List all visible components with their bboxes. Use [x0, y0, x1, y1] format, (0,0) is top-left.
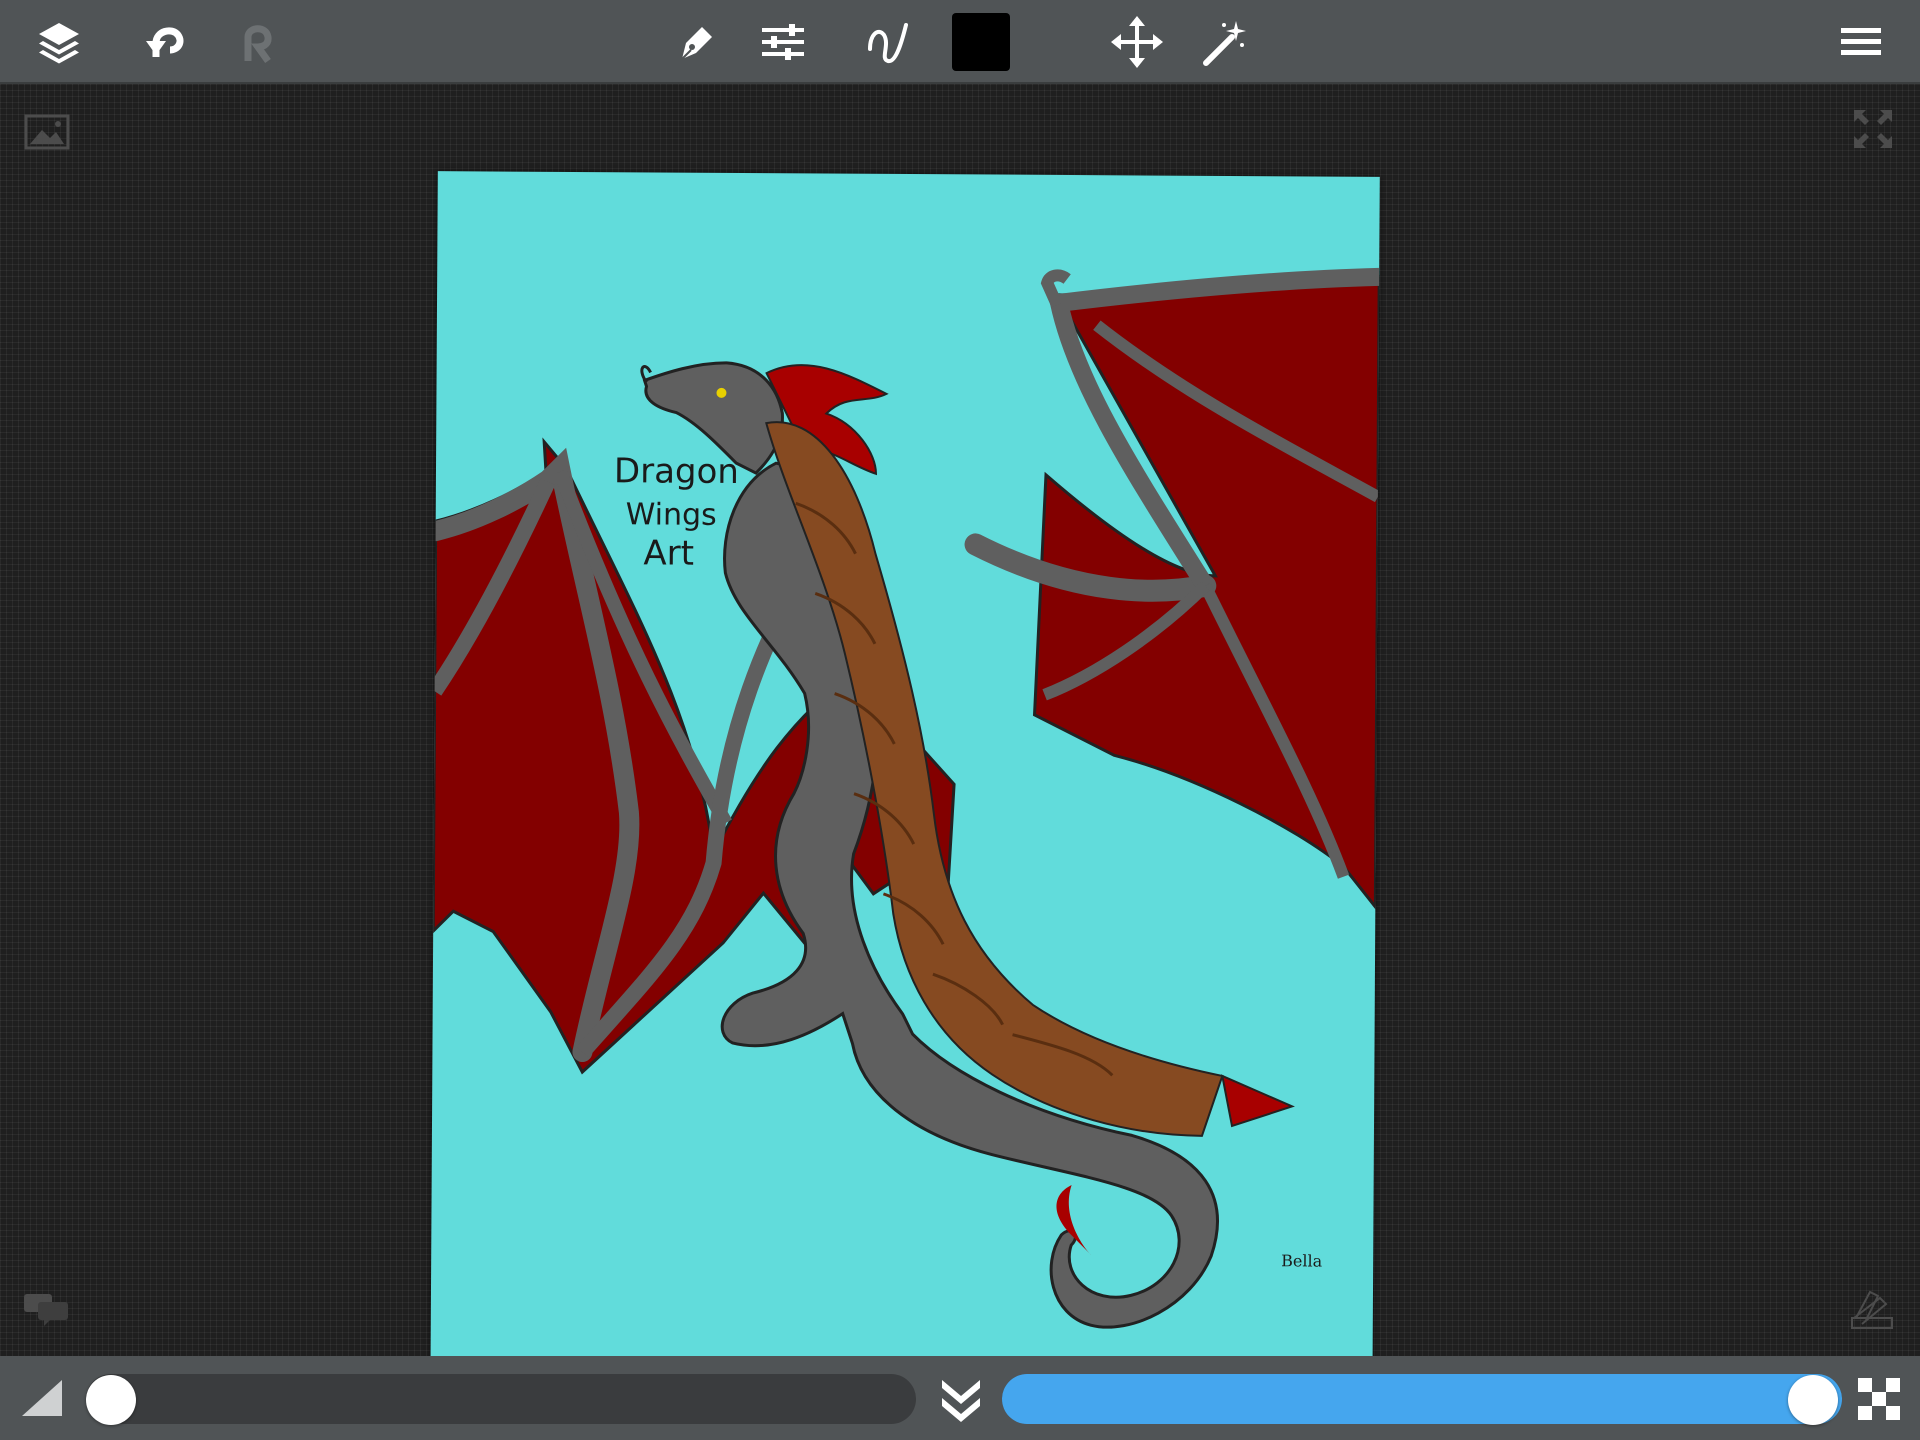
- redo-icon: [244, 25, 272, 64]
- opacity-slider[interactable]: [1002, 1374, 1842, 1425]
- brush-size-slider[interactable]: [86, 1374, 916, 1425]
- color-swatch[interactable]: [950, 11, 1012, 73]
- brush-stroke-icon: [868, 23, 908, 63]
- artist-signature: Bella: [1281, 1251, 1323, 1270]
- pen-tool-button[interactable]: [666, 11, 728, 73]
- layers-icon: [39, 23, 79, 64]
- adjustments-icon: [762, 24, 804, 60]
- chat-icon[interactable]: [22, 1292, 72, 1328]
- undo-icon: [146, 27, 184, 57]
- artwork-caption-line-3: Art: [643, 533, 694, 573]
- workspace[interactable]: Dragon Wings Art Bella: [0, 84, 1920, 1425]
- drawing-canvas[interactable]: Dragon Wings Art Bella: [430, 171, 1380, 1425]
- top-toolbar: [0, 0, 1920, 84]
- move-button[interactable]: [1106, 11, 1168, 73]
- menu-button[interactable]: [1830, 11, 1892, 73]
- move-icon: [1111, 16, 1163, 68]
- adjustments-button[interactable]: [752, 11, 814, 73]
- brush-size-icon: [22, 1380, 62, 1416]
- brush-button[interactable]: [856, 11, 918, 73]
- bottom-bar: [0, 1356, 1920, 1440]
- undo-button[interactable]: [134, 11, 196, 73]
- pen-tool-icon: [681, 27, 712, 60]
- fullscreen-icon[interactable]: [1852, 108, 1894, 150]
- magic-wand-button[interactable]: [1192, 11, 1254, 73]
- color-palette-icon[interactable]: [1850, 1288, 1896, 1332]
- reference-image-icon[interactable]: [24, 114, 70, 150]
- redo-button[interactable]: [226, 11, 288, 73]
- menu-icon: [1841, 28, 1881, 55]
- artwork-caption-line-2: Wings: [626, 497, 717, 533]
- dragon-artwork: Dragon Wings Art Bella: [430, 267, 1380, 1329]
- current-color-swatch: [952, 13, 1010, 71]
- merge-down-icon[interactable]: [940, 1376, 982, 1422]
- opacity-fill: [1002, 1374, 1842, 1424]
- transparency-icon[interactable]: [1858, 1378, 1900, 1420]
- brush-size-thumb[interactable]: [86, 1375, 136, 1425]
- artwork-caption-line-1: Dragon: [614, 451, 739, 492]
- layers-button[interactable]: [28, 11, 90, 73]
- magic-wand-icon: [1203, 21, 1246, 66]
- opacity-thumb[interactable]: [1788, 1375, 1838, 1425]
